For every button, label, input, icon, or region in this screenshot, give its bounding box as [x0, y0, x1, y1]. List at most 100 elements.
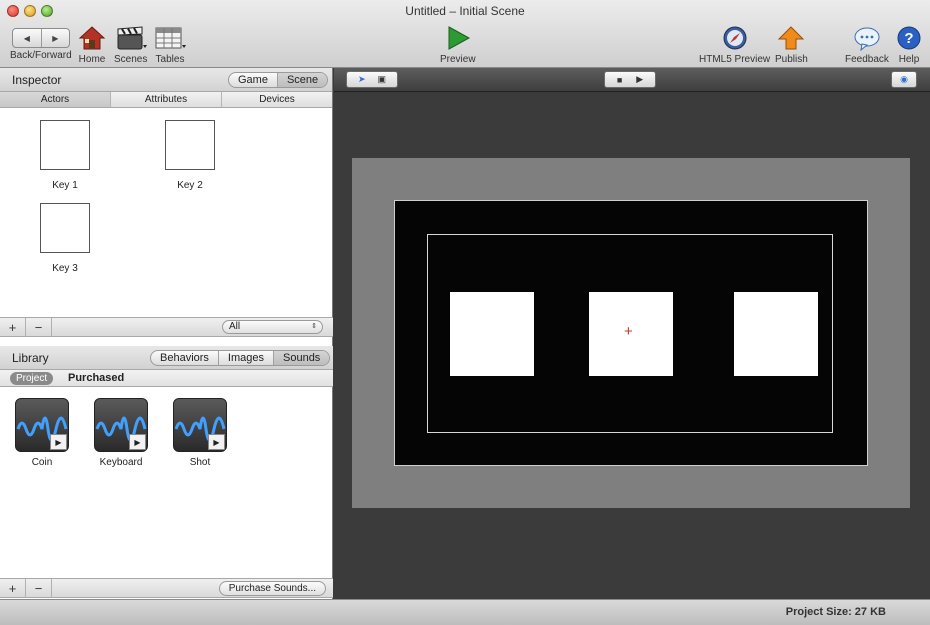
- tab-sounds[interactable]: Sounds: [273, 351, 330, 365]
- preview-label: Preview: [440, 54, 476, 65]
- purchase-sounds-button[interactable]: Purchase Sounds...: [218, 581, 326, 596]
- stage-layers-button[interactable]: ◉: [891, 71, 917, 88]
- help-label: Help: [898, 54, 920, 65]
- window-title: Untitled – Initial Scene: [405, 4, 525, 18]
- actor-name: Key 2: [177, 180, 203, 191]
- svg-text:?: ?: [904, 30, 913, 47]
- table-grid-icon: [154, 24, 186, 52]
- scene-canvas-background: +: [352, 158, 910, 508]
- subtab-purchased[interactable]: Purchased: [68, 372, 124, 385]
- play-sound-icon[interactable]: ▶: [50, 434, 67, 450]
- mode-game-button[interactable]: Game: [229, 73, 277, 87]
- library-bottom-bar: + − Purchase Sounds...: [0, 578, 333, 598]
- tab-attributes[interactable]: Attributes: [110, 92, 221, 107]
- tables-label: Tables: [155, 54, 185, 65]
- back-arrow-icon[interactable]: ◀: [13, 29, 41, 47]
- inspector-header: Inspector Game Scene: [0, 68, 332, 92]
- html5-preview-label: HTML5 Preview: [699, 54, 771, 65]
- mode-scene-button[interactable]: Scene: [276, 73, 328, 87]
- project-size-label: Project Size: 27 KB: [785, 606, 886, 618]
- actor-item[interactable]: Key 1: [35, 120, 95, 191]
- sound-name: Keyboard: [99, 457, 143, 468]
- back-forward-control[interactable]: ◀ ▶ Back/Forward: [10, 24, 72, 61]
- camera-bounds: +: [427, 234, 833, 433]
- sound-item[interactable]: ▶ Shot: [165, 398, 235, 468]
- add-actor-button[interactable]: +: [0, 317, 26, 337]
- home-button[interactable]: Home: [78, 24, 106, 65]
- publish-button[interactable]: Publish: [775, 24, 808, 65]
- actor-thumbnail: [40, 120, 90, 170]
- waveform-icon: ▶: [15, 398, 69, 452]
- tab-behaviors[interactable]: Behaviors: [151, 351, 218, 365]
- compass-icon: [721, 24, 749, 52]
- html5-preview-button[interactable]: HTML5 Preview: [699, 24, 770, 65]
- inspector-title: Inspector: [12, 73, 62, 87]
- back-forward-label: Back/Forward: [10, 50, 72, 61]
- play-scene-icon[interactable]: ▶: [636, 74, 643, 85]
- stop-icon[interactable]: ■: [617, 75, 622, 85]
- pointer-tool-icon[interactable]: ➤: [358, 74, 366, 85]
- actors-bottom-bar: + − All ⇕: [0, 317, 333, 337]
- scenes-button[interactable]: Scenes: [114, 24, 147, 65]
- actor-name: Key 3: [52, 263, 78, 274]
- question-mark-icon: ?: [896, 24, 922, 52]
- library-subtabs: Project Purchased: [0, 370, 333, 387]
- sound-item[interactable]: ▶ Coin: [7, 398, 77, 468]
- library-section: Library Behaviors Images Sounds Project …: [0, 346, 333, 387]
- play-sound-icon[interactable]: ▶: [129, 434, 146, 450]
- tab-images[interactable]: Images: [217, 351, 273, 365]
- tables-button[interactable]: Tables: [154, 24, 186, 65]
- feedback-label: Feedback: [845, 54, 889, 65]
- waveform-icon: ▶: [173, 398, 227, 452]
- camera-tool-icon[interactable]: ▣: [378, 74, 387, 85]
- window-toolbar: Untitled – Initial Scene ◀ ▶ Back/Forwar…: [0, 0, 930, 68]
- layers-icon: ◉: [900, 74, 908, 84]
- scene-canvas[interactable]: +: [394, 200, 868, 466]
- upload-arrow-icon: [777, 24, 805, 52]
- actor-item[interactable]: Key 2: [160, 120, 220, 191]
- sound-item[interactable]: ▶ Keyboard: [86, 398, 156, 468]
- scene-actor-key-3[interactable]: [734, 292, 818, 376]
- publish-label: Publish: [775, 54, 808, 65]
- left-panel: Inspector Game Scene Actors Attributes D…: [0, 68, 333, 599]
- actor-filter-value: All: [229, 321, 241, 332]
- sound-name: Coin: [31, 457, 53, 468]
- sound-name: Shot: [189, 457, 211, 468]
- help-button[interactable]: ? Help: [896, 24, 922, 65]
- add-sound-button[interactable]: +: [0, 578, 26, 598]
- play-icon: [445, 24, 471, 52]
- actor-filter-select[interactable]: All ⇕: [222, 320, 323, 334]
- inspector-tabs: Actors Attributes Devices: [0, 92, 332, 108]
- remove-actor-button[interactable]: −: [26, 317, 52, 337]
- tab-actors[interactable]: Actors: [0, 92, 110, 107]
- scene-actor-key-1[interactable]: [450, 292, 534, 376]
- feedback-button[interactable]: Feedback: [845, 24, 889, 65]
- actor-thumbnail: [165, 120, 215, 170]
- library-tabs: Behaviors Images Sounds: [150, 350, 331, 366]
- actor-name: Key 1: [52, 180, 78, 191]
- waveform-icon: ▶: [94, 398, 148, 452]
- library-header: Library Behaviors Images Sounds: [0, 346, 333, 370]
- inspector-mode-toggle: Game Scene: [228, 72, 329, 88]
- subtab-project[interactable]: Project: [10, 372, 54, 385]
- home-icon: [78, 24, 106, 52]
- play-sound-icon[interactable]: ▶: [208, 434, 225, 450]
- preview-button[interactable]: Preview: [440, 24, 476, 65]
- actor-item[interactable]: Key 3: [35, 203, 95, 274]
- scene-actor-key-2[interactable]: +: [589, 292, 673, 376]
- home-label: Home: [78, 54, 106, 65]
- library-title: Library: [12, 351, 49, 365]
- tab-devices[interactable]: Devices: [221, 92, 332, 107]
- remove-sound-button[interactable]: −: [26, 578, 52, 598]
- clapperboard-icon: [115, 24, 147, 52]
- updown-arrows-icon: ⇕: [311, 323, 317, 330]
- actor-thumbnail: [40, 203, 90, 253]
- status-bar: Project Size: 27 KB: [0, 599, 930, 625]
- stage-tool-group: ➤ ▣: [346, 71, 398, 88]
- forward-arrow-icon[interactable]: ▶: [40, 29, 69, 47]
- scene-stage-area: +: [334, 93, 930, 599]
- scenes-label: Scenes: [114, 54, 148, 65]
- crosshair-icon: +: [624, 323, 633, 340]
- speech-bubble-icon: [853, 24, 881, 52]
- stage-toolbar: ➤ ▣ ■ ▶ ◉: [334, 68, 930, 92]
